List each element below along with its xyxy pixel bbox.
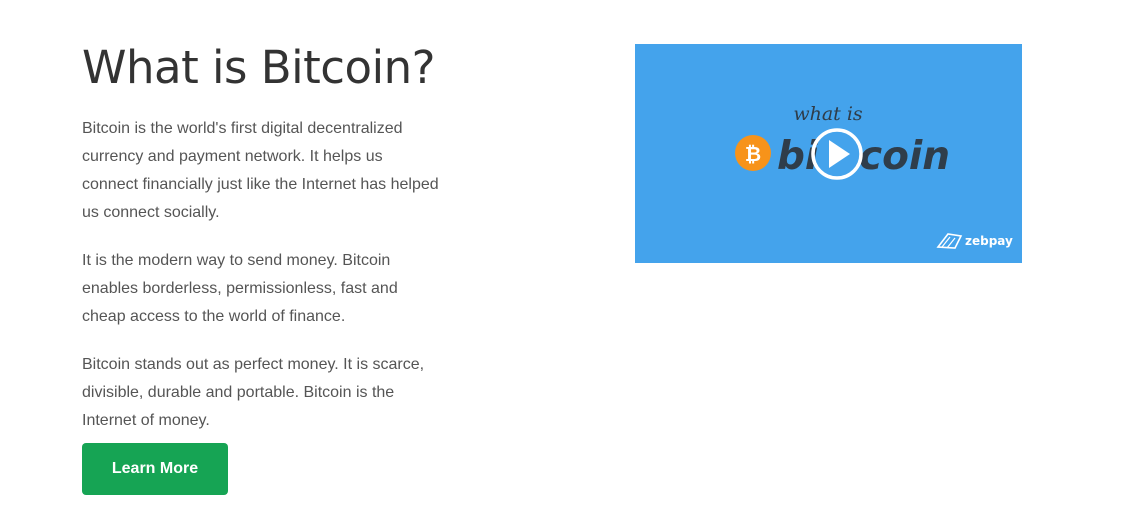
page-title: What is Bitcoin? bbox=[82, 41, 436, 94]
video-player[interactable]: what is ₿ bi coin zebpay bbox=[635, 44, 1022, 263]
zebpay-watermark: zebpay bbox=[965, 234, 1013, 248]
intro-paragraph-1: Bitcoin is the world's first digital dec… bbox=[82, 120, 439, 221]
bitcoin-logo-icon: ₿ bbox=[735, 135, 771, 171]
learn-more-button[interactable]: Learn More bbox=[82, 443, 228, 495]
bitcoin-symbol: ₿ bbox=[745, 142, 761, 166]
thumbnail-small-text: what is bbox=[793, 103, 863, 125]
intro-paragraph-3: Bitcoin stands out as perfect money. It … bbox=[82, 356, 425, 429]
thumbnail-brand-suffix: coin bbox=[859, 134, 950, 179]
bitcoin-intro-section: What is Bitcoin? Bitcoin is the world's … bbox=[82, 40, 452, 429]
video-thumbnail: what is ₿ bi coin zebpay bbox=[635, 44, 1022, 263]
intro-paragraph-2: It is the modern way to send money. Bitc… bbox=[82, 252, 398, 325]
